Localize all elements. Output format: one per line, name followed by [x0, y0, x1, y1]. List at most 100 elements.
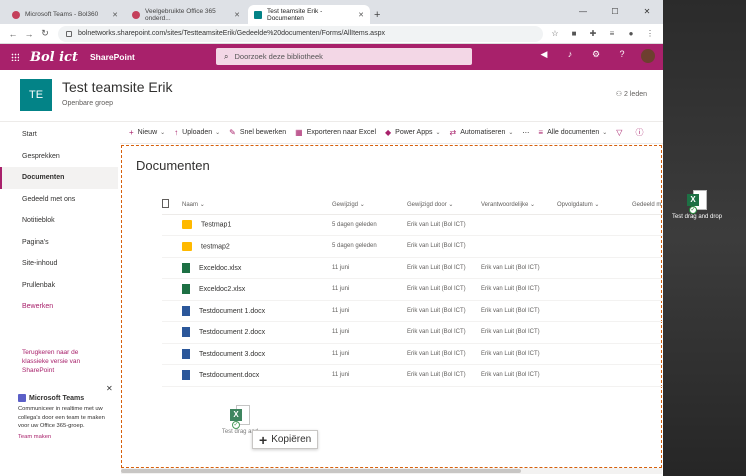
- reload-icon[interactable]: ↻: [38, 28, 52, 39]
- tab-teams[interactable]: Microsoft Teams - Bol360 ✕: [6, 5, 124, 24]
- bell-icon[interactable]: ♪: [557, 49, 583, 63]
- cell-name[interactable]: Exceldoc.xlsx: [199, 265, 241, 272]
- suite-icons: ◀ ♪ ⚙ ?: [531, 49, 655, 63]
- automate-button[interactable]: ⇄ Automatiseren ⌄: [450, 128, 514, 137]
- nav-item-prullenbak[interactable]: Prullenbak: [0, 275, 118, 297]
- cell-modified-by: Erik van Luit (Bol ICT): [407, 372, 466, 379]
- media-icon[interactable]: ≡: [605, 27, 619, 41]
- file-type-icon[interactable]: [162, 199, 169, 209]
- gear-icon[interactable]: ⚙: [583, 49, 609, 63]
- word-file-icon: [182, 305, 190, 316]
- document-table: Naam ⌄ Gewijzigd ⌄ Gewijzigd door ⌄ Vera…: [162, 196, 663, 387]
- nav-item-start[interactable]: Start: [0, 124, 118, 146]
- app-name[interactable]: SharePoint: [90, 52, 135, 62]
- search-icon: ⌕: [224, 51, 229, 61]
- table-row[interactable]: Testdocument 1.docx 11 juni Erik van Luit …: [162, 300, 663, 322]
- members-button[interactable]: ⚇ 2 leden: [616, 90, 647, 98]
- cell-modified: 11 juni: [332, 372, 350, 379]
- horizontal-scrollbar[interactable]: [121, 468, 662, 474]
- forward-icon[interactable]: →: [22, 29, 36, 39]
- column-header-modified-by[interactable]: Gewijzigd door ⌄: [407, 196, 481, 215]
- help-icon[interactable]: ?: [609, 49, 635, 63]
- close-tab-icon[interactable]: ✕: [112, 11, 118, 19]
- nav-item-site-inhoud[interactable]: Site-inhoud: [0, 253, 118, 275]
- nav-item-paginas[interactable]: Pagina's: [0, 232, 118, 254]
- column-header-modified[interactable]: Gewijzigd ⌄: [332, 196, 407, 215]
- site-logo[interactable]: TE: [20, 79, 52, 111]
- app-launcher[interactable]: [0, 53, 30, 61]
- export-excel-button[interactable]: ▦ Exporteren naar Excel: [295, 128, 376, 137]
- folder-icon: [182, 220, 192, 230]
- quick-edit-button[interactable]: ✎ Snel bewerken: [229, 128, 286, 137]
- cell-name[interactable]: testmap2: [201, 243, 230, 250]
- left-navigation: Start Gesprekken Documenten Gedeeld met …: [0, 122, 118, 476]
- more-button[interactable]: ⋯: [522, 129, 529, 137]
- menu-icon[interactable]: ⋮: [643, 27, 657, 41]
- megaphone-icon[interactable]: ◀: [531, 49, 557, 63]
- upload-drop-zone[interactable]: Documenten Naam ⌄ Gewijzigd ⌄ Gewijzigd …: [121, 145, 663, 468]
- close-tab-icon[interactable]: ✕: [234, 11, 240, 19]
- cell-owner: Erik van Luit (Bol ICT): [481, 372, 540, 379]
- nav-item-gesprekken[interactable]: Gesprekken: [0, 146, 118, 168]
- desktop-file-test-drag-and-drop[interactable]: X ✓ Test drag and drop: [670, 190, 724, 220]
- column-header-followup[interactable]: Opvolgdatum ⌄: [557, 196, 632, 215]
- close-tab-icon[interactable]: ✕: [358, 11, 364, 19]
- cell-owner: Erik van Luit (Bol ICT): [481, 350, 540, 357]
- classic-view-link[interactable]: Terugkeren naar de klassieke versie van …: [22, 348, 102, 375]
- teams-card-title: Microsoft Teams: [29, 394, 85, 402]
- export-label: Exporteren naar Excel: [306, 129, 376, 136]
- close-icon[interactable]: ✕: [106, 384, 113, 393]
- table-row[interactable]: Exceldoc.xlsx 11 juni Erik van Luit (Bol I…: [162, 257, 663, 279]
- excel-file-icon: [182, 262, 190, 273]
- search-box[interactable]: ⌕ Doorzoek deze bibliotheek: [216, 48, 472, 65]
- tab-office365[interactable]: Veelgebruikte Office 365 onderd... ✕: [126, 5, 246, 24]
- info-icon: ⓘ: [635, 128, 644, 137]
- back-icon[interactable]: ←: [6, 29, 20, 39]
- scrollbar-thumb[interactable]: [121, 469, 521, 473]
- column-header-shared[interactable]: Gedeeld m: [632, 196, 663, 215]
- table-row[interactable]: Testdocument 3.docx 11 juni Erik van Luit …: [162, 343, 663, 365]
- cell-name[interactable]: Testdocument 3.docx: [199, 351, 265, 358]
- create-team-link[interactable]: Team maken: [18, 434, 114, 440]
- nav-item-notitieblok[interactable]: Notitieblok: [0, 210, 118, 232]
- user-avatar[interactable]: [641, 49, 655, 63]
- info-button[interactable]: ⓘ: [635, 127, 647, 138]
- table-row[interactable]: Testmap1 5 dagen geleden Erik van Luit (Bo…: [162, 214, 663, 236]
- cell-name[interactable]: Testdocument.docx: [199, 372, 259, 379]
- profile-icon[interactable]: ●: [624, 27, 638, 41]
- minimize-icon[interactable]: —: [567, 0, 599, 22]
- tab-sharepoint[interactable]: Test teamsite Erik - Documenten ✕: [248, 5, 370, 24]
- upload-button[interactable]: ↑ Uploaden ⌄: [174, 128, 220, 137]
- nav-edit-link[interactable]: Bewerken: [0, 296, 118, 318]
- filter-button[interactable]: ▽: [616, 128, 626, 137]
- new-tab-button[interactable]: +: [374, 9, 380, 21]
- table-row[interactable]: testmap2 5 dagen geleden Erik van Luit (Bo…: [162, 235, 663, 258]
- cell-name[interactable]: Testmap1: [201, 222, 231, 229]
- cell-name[interactable]: Testdocument 2.docx: [199, 329, 265, 336]
- table-row[interactable]: Exceldoc2.xlsx 11 juni Erik van Luit (Bol …: [162, 278, 663, 301]
- pencil-icon: ✎: [229, 128, 236, 137]
- cell-name[interactable]: Testdocument 1.docx: [199, 308, 265, 315]
- nav-item-documenten[interactable]: Documenten: [0, 167, 118, 189]
- close-window-icon[interactable]: ✕: [631, 0, 663, 22]
- excel-file-icon: X ✓: [687, 190, 707, 214]
- column-header-owner[interactable]: Verantwoordelijke ⌄: [481, 196, 557, 215]
- star-icon[interactable]: ☆: [548, 27, 562, 41]
- puzzle-icon[interactable]: ✚: [586, 27, 600, 41]
- power-apps-button[interactable]: ◆ Power Apps ⌄: [385, 128, 441, 137]
- table-row[interactable]: Testdocument.docx 11 juni Erik van Luit (B…: [162, 364, 663, 387]
- nav-item-gedeeld-met-ons[interactable]: Gedeeld met ons: [0, 189, 118, 211]
- site-title[interactable]: Test teamsite Erik: [62, 79, 172, 95]
- maximize-icon[interactable]: ☐: [599, 0, 631, 22]
- desktop-file-label: Test drag and drop: [671, 214, 723, 220]
- url-field[interactable]: bolnetworks.sharepoint.com/sites/Testtea…: [58, 25, 543, 42]
- company-logo[interactable]: Bol ict: [30, 50, 86, 65]
- cell-name[interactable]: Exceldoc2.xlsx: [199, 286, 245, 293]
- new-button[interactable]: + Nieuw ⌄: [129, 128, 165, 137]
- column-header-name[interactable]: Naam ⌄: [182, 196, 332, 215]
- cell-modified: 11 juni: [332, 329, 350, 336]
- view-switcher[interactable]: ≡ Alle documenten ⌄: [538, 128, 607, 137]
- tab-title: Veelgebruikte Office 365 onderd...: [145, 7, 216, 22]
- table-row[interactable]: Testdocument 2.docx 11 juni Erik van Luit …: [162, 321, 663, 344]
- extension-icon[interactable]: ■: [567, 27, 581, 41]
